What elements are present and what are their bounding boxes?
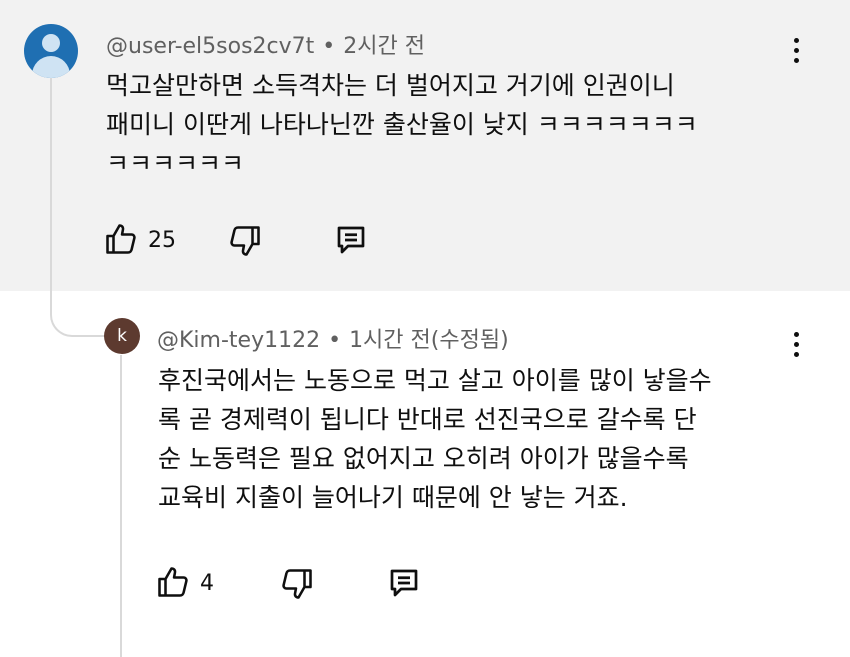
like-count: 4 — [200, 571, 214, 596]
comment-meta: @user-el5sos2cv7t • 2시간 전 — [106, 28, 425, 60]
comment-time: 2시간 전 — [343, 34, 425, 59]
more-options-icon[interactable] — [786, 330, 806, 360]
dislike-icon[interactable] — [279, 566, 315, 602]
meta-separator: • — [322, 34, 336, 59]
reply-icon[interactable] — [386, 565, 422, 601]
like-icon[interactable] — [103, 221, 139, 257]
dislike-icon[interactable] — [227, 223, 263, 259]
reply-author[interactable]: @Kim-tey1122 — [157, 328, 320, 353]
like-icon[interactable] — [155, 564, 191, 600]
like-count: 25 — [148, 228, 176, 253]
comment-text: 먹고살만하면 소득격차는 더 벌어지고 거기에 인권이니 패미니 이딴게 나타나… — [106, 71, 698, 178]
comment-author[interactable]: @user-el5sos2cv7t — [106, 34, 314, 59]
more-options-icon[interactable] — [786, 36, 806, 66]
reply-time: 1시간 전(수정됨) — [349, 328, 509, 353]
reply-icon[interactable] — [333, 222, 369, 258]
reply-thread-line — [120, 355, 122, 657]
meta-separator: • — [328, 328, 342, 353]
avatar-k-icon[interactable]: k — [104, 318, 140, 354]
reply-meta: @Kim-tey1122 • 1시간 전(수정됨) — [157, 322, 509, 354]
avatar-user-icon[interactable] — [24, 24, 78, 78]
reply-text: 후진국에서는 노동으로 먹고 살고 아이를 많이 낳을수 록 곧 경제력이 됩니… — [158, 366, 712, 512]
